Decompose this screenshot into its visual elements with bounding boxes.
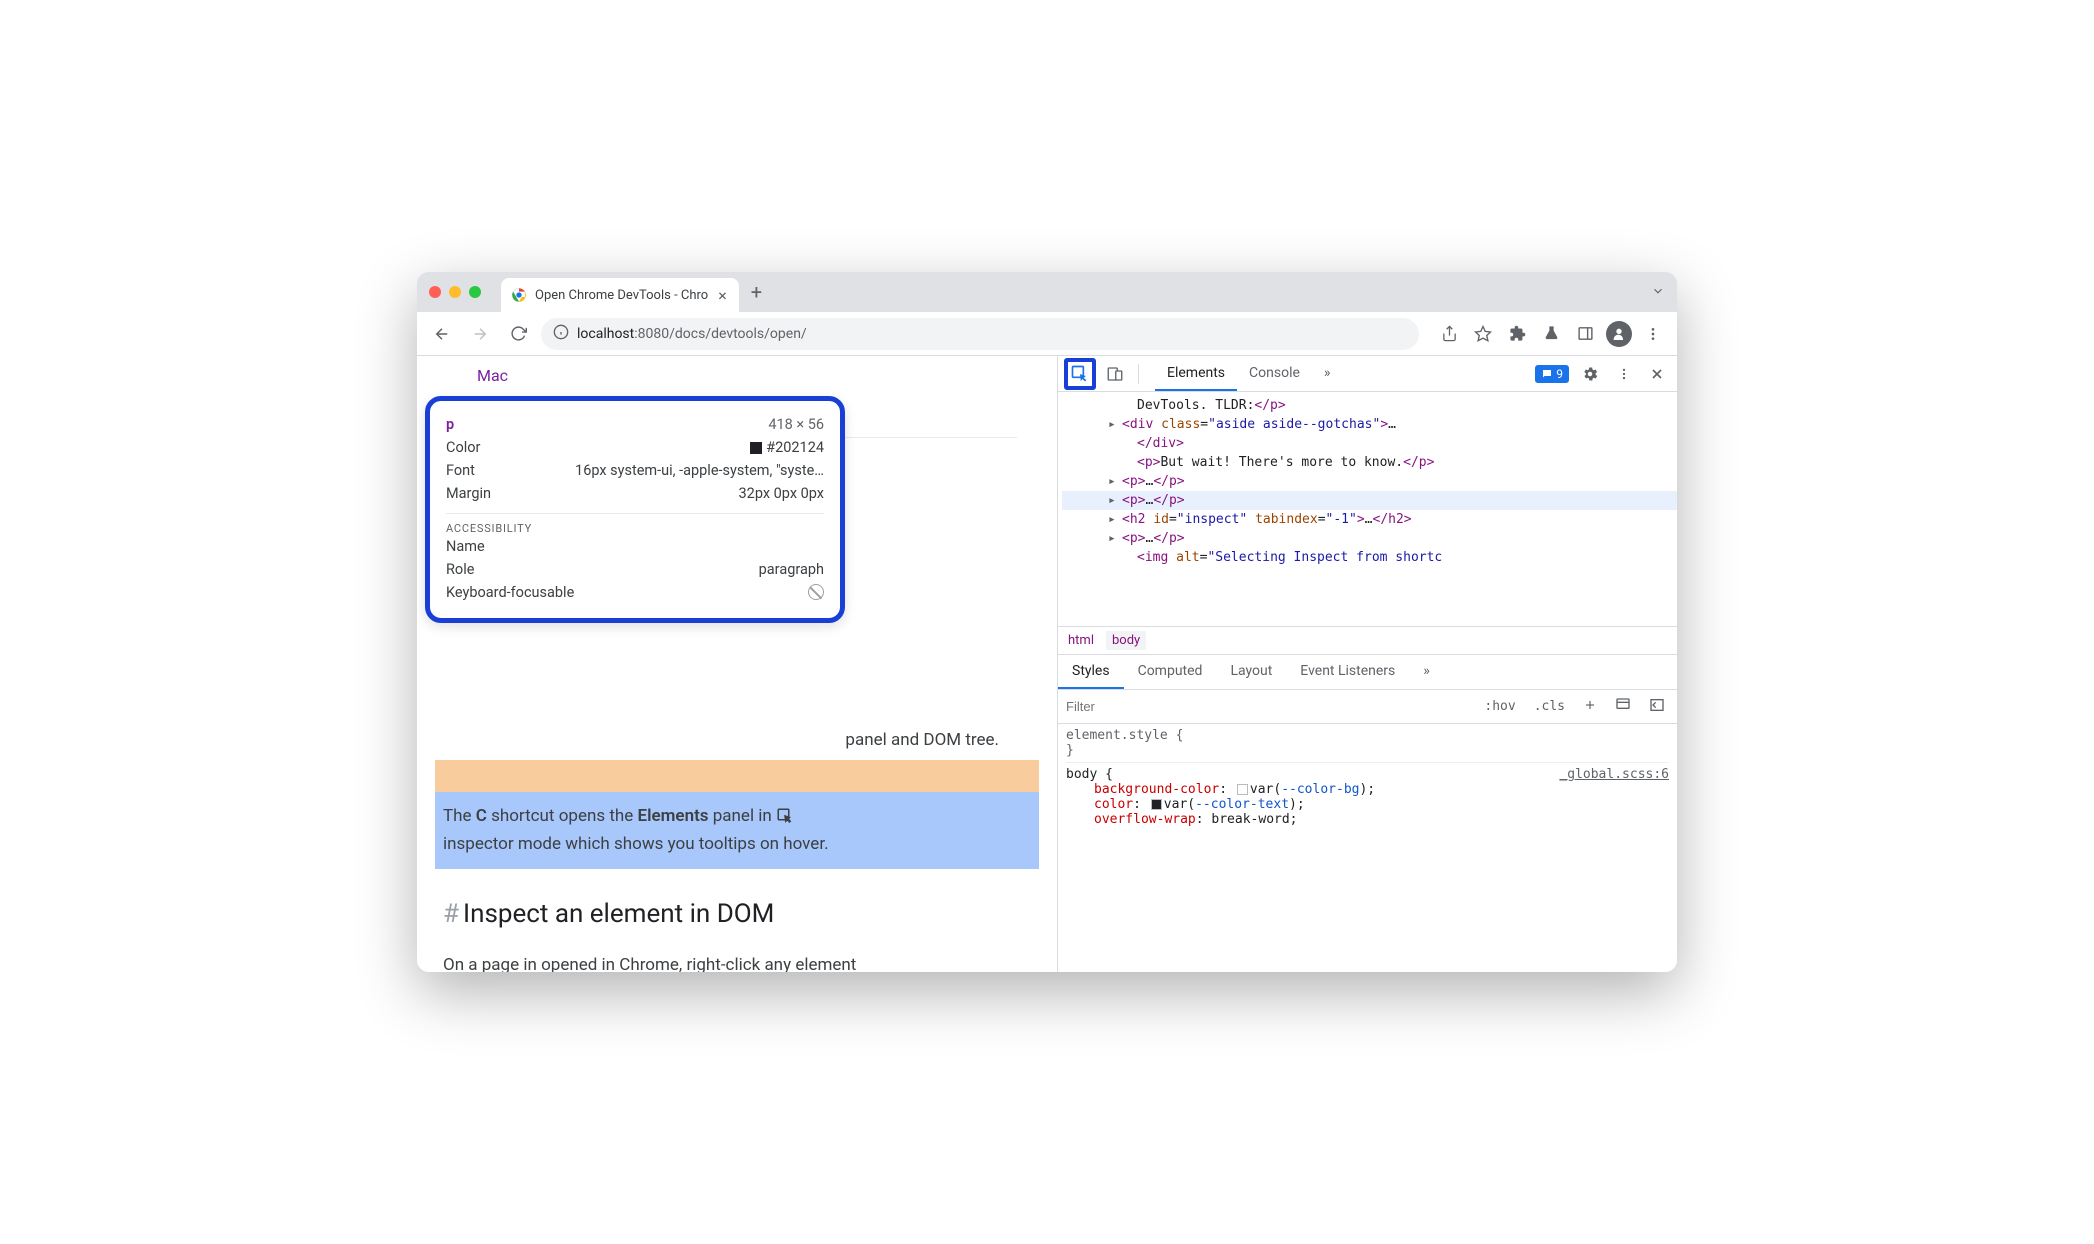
styles-pane[interactable]: element.style { } _global.scss:6body { b… <box>1058 724 1677 831</box>
new-rule-button[interactable] <box>1579 696 1601 718</box>
tab-title: Open Chrome DevTools - Chro <box>535 288 708 303</box>
tab-more[interactable]: » <box>1312 357 1343 391</box>
chrome-menu-icon[interactable] <box>1639 320 1667 348</box>
extensions-icon[interactable] <box>1503 320 1531 348</box>
os-label: Mac <box>477 366 508 385</box>
tab-event-listeners[interactable]: Event Listeners <box>1286 655 1409 689</box>
inspect-inline-icon <box>776 807 794 825</box>
inspect-element-button[interactable] <box>1064 358 1096 390</box>
back-button[interactable] <box>427 319 457 349</box>
styles-toolbar: :hov .cls <box>1058 690 1677 724</box>
tooltip-role-value: paragraph <box>759 561 824 578</box>
styles-tabs: Styles Computed Layout Event Listeners » <box>1058 655 1677 690</box>
browser-window: Open Chrome DevTools - Chro × + localhos… <box>417 272 1677 972</box>
forward-button[interactable] <box>465 319 495 349</box>
computed-toggle-icon[interactable] <box>1611 695 1635 719</box>
tooltip-font-label: Font <box>446 462 475 479</box>
address-bar[interactable]: localhost:8080/docs/devtools/open/ <box>541 318 1419 350</box>
window-maximize-button[interactable] <box>469 286 481 298</box>
cls-button[interactable]: .cls <box>1530 697 1569 716</box>
tooltip-dimensions: 418 × 56 <box>768 416 824 433</box>
tooltip-margin-value: 32px 0px 0px <box>739 485 824 502</box>
margin-overlay <box>435 760 1039 792</box>
tooltip-color-value: #202124 <box>750 439 824 456</box>
devtools-menu-icon[interactable] <box>1611 363 1637 385</box>
partial-text: panel and DOM tree. <box>435 728 1039 754</box>
window-minimize-button[interactable] <box>449 286 461 298</box>
hov-button[interactable]: :hov <box>1480 697 1519 716</box>
issues-badge[interactable]: 9 <box>1535 365 1569 383</box>
highlighted-paragraph: The C shortcut opens the Elements panel … <box>435 792 1039 870</box>
labs-icon[interactable] <box>1537 320 1565 348</box>
tooltip-tag: p <box>446 416 454 433</box>
tab-computed[interactable]: Computed <box>1124 655 1217 689</box>
tooltip-margin-label: Margin <box>446 485 491 502</box>
crumb-body[interactable]: body <box>1106 631 1146 650</box>
tab-styles[interactable]: Styles <box>1058 655 1124 689</box>
device-toolbar-button[interactable] <box>1100 361 1130 387</box>
styles-filter-input[interactable] <box>1066 699 1470 714</box>
devtools-close-button[interactable] <box>1643 362 1671 386</box>
dom-breadcrumb[interactable]: html body <box>1058 627 1677 655</box>
chrome-icon <box>511 287 527 303</box>
tab-close-button[interactable]: × <box>716 286 729 305</box>
url-text: localhost:8080/docs/devtools/open/ <box>577 326 807 342</box>
tooltip-font-value: 16px system-ui, -apple-system, "syste… <box>575 462 824 479</box>
tooltip-a11y-heading: ACCESSIBILITY <box>446 513 824 535</box>
share-icon[interactable] <box>1435 320 1463 348</box>
section-heading: #Inspect an element in DOM <box>443 899 1039 929</box>
browser-toolbar: localhost:8080/docs/devtools/open/ <box>417 312 1677 356</box>
window-close-button[interactable] <box>429 286 441 298</box>
browser-tab[interactable]: Open Chrome DevTools - Chro × <box>501 278 739 312</box>
settings-icon[interactable] <box>1575 361 1605 387</box>
stylesheet-source[interactable]: _global.scss:6 <box>1559 767 1669 782</box>
tab-styles-more[interactable]: » <box>1409 655 1444 689</box>
tab-elements[interactable]: Elements <box>1155 357 1237 391</box>
window-controls <box>429 286 481 298</box>
element-tooltip: p 418 × 56 Color #202124 Font 16px syste… <box>425 396 845 623</box>
tab-list-button[interactable] <box>1651 283 1665 302</box>
tooltip-kbd-label: Keyboard-focusable <box>446 584 574 601</box>
titlebar: Open Chrome DevTools - Chro × + <box>417 272 1677 312</box>
page-viewport: Mac Option + C Option + J p 418 × 56 Col… <box>417 356 1057 972</box>
side-panel-icon[interactable] <box>1571 320 1599 348</box>
devtools-toolbar: Elements Console » 9 <box>1058 356 1677 392</box>
tab-layout[interactable]: Layout <box>1216 655 1286 689</box>
site-info-icon[interactable] <box>553 324 569 344</box>
crumb-html[interactable]: html <box>1068 633 1094 648</box>
new-tab-button[interactable]: + <box>751 280 762 304</box>
tooltip-name-label: Name <box>446 538 485 555</box>
body-paragraph: On a page in opened in Chrome, right-cli… <box>443 955 1031 972</box>
tooltip-color-label: Color <box>446 439 480 456</box>
reload-button[interactable] <box>503 319 533 349</box>
dom-tree[interactable]: DevTools. TLDR:</p> ▸<div class="aside a… <box>1058 392 1677 627</box>
profile-avatar[interactable] <box>1605 320 1633 348</box>
tooltip-role-label: Role <box>446 561 474 578</box>
rendering-icon[interactable] <box>1645 695 1669 719</box>
bookmark-icon[interactable] <box>1469 320 1497 348</box>
devtools-panel: Elements Console » 9 DevTools. TLDR:</p>… <box>1057 356 1677 972</box>
tab-console[interactable]: Console <box>1237 357 1312 391</box>
not-focusable-icon <box>808 584 824 600</box>
